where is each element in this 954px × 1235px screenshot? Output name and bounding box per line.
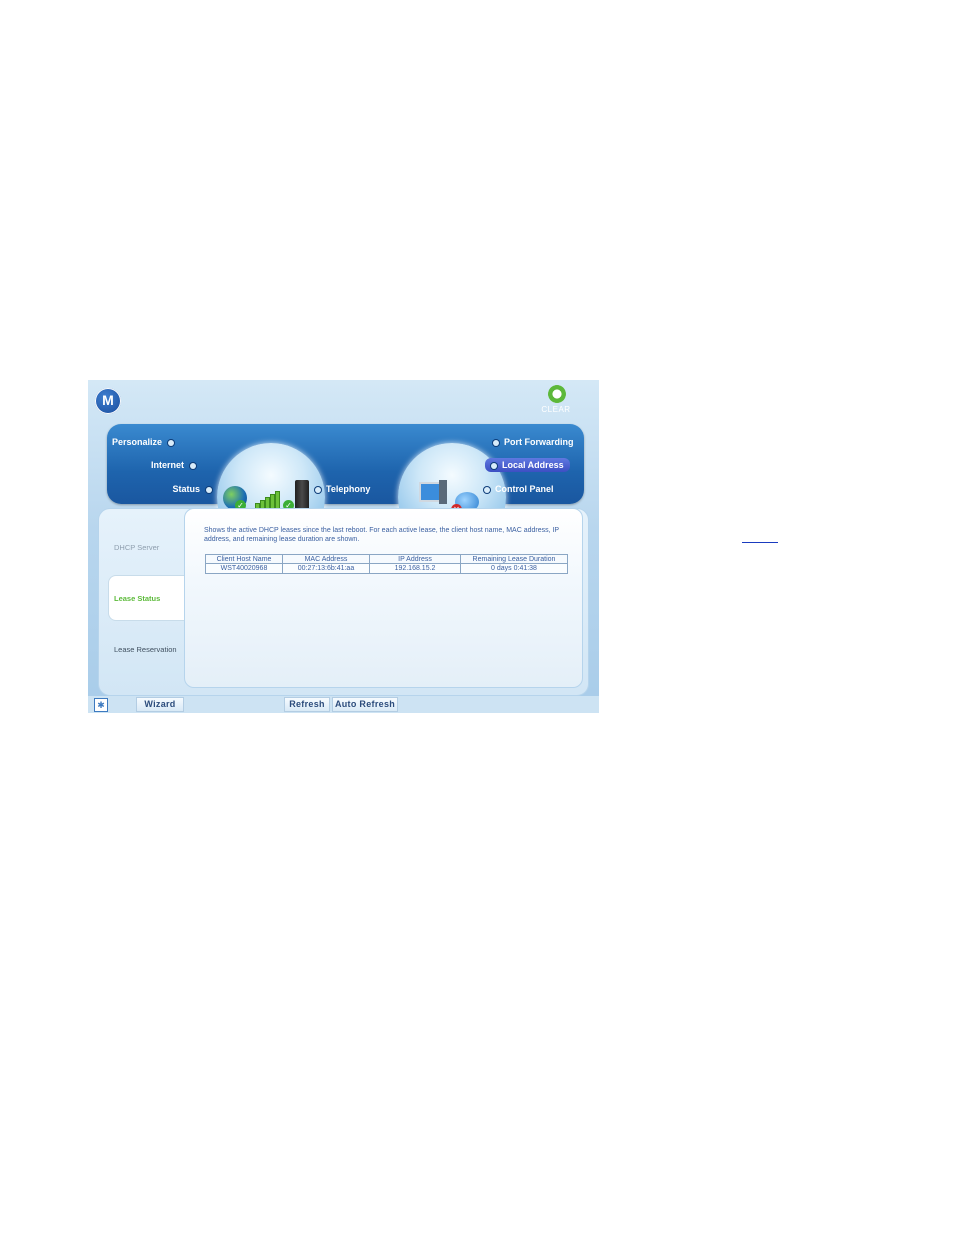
- nav-control-panel[interactable]: Control Panel: [484, 484, 554, 494]
- column-header: Client Host Name: [205, 554, 283, 564]
- subnav-lease-status[interactable]: Lease Status: [114, 594, 160, 603]
- nav-internet-label: Internet: [150, 460, 184, 470]
- radio-dot-icon: [484, 486, 490, 493]
- table-row: WST40020968 00:27:13:6b:41:aa 192.168.15…: [205, 563, 568, 574]
- computer-tower-icon: [439, 480, 447, 504]
- subnav-lease-reservation[interactable]: Lease Reservation: [114, 645, 177, 654]
- clear-logo: CLEAR: [536, 385, 576, 419]
- main-navigation: ✓ ✓ ✕ Personalize Internet Status Teleph…: [107, 424, 584, 551]
- radio-dot-icon: [493, 439, 499, 446]
- table-cell: WST40020968: [205, 563, 283, 574]
- nav-port-forwarding-label: Port Forwarding: [504, 437, 574, 447]
- lease-table: Client Host Name MAC Address IP Address …: [205, 554, 568, 574]
- nav-telephony-label: Telephony: [326, 484, 371, 494]
- nav-personalize[interactable]: Personalize: [112, 437, 174, 447]
- bottom-toolbar: ✱ Wizard Refresh Auto Refresh: [88, 696, 599, 713]
- description-text: Shows the active DHCP leases since the l…: [204, 527, 559, 543]
- clear-ring-icon: [548, 385, 566, 403]
- nav-telephony[interactable]: Telephony: [315, 484, 370, 494]
- settings-icon[interactable]: ✱: [94, 698, 108, 712]
- radio-dot-icon: [190, 462, 196, 469]
- table-cell: 00:27:13:6b:41:aa: [282, 563, 370, 574]
- radio-dot-icon: [168, 439, 174, 446]
- page-hyperlink[interactable]: [742, 532, 778, 543]
- nav-local-address[interactable]: Local Address: [485, 458, 570, 472]
- motorola-logo: M: [95, 388, 121, 414]
- router-web-ui: M CLEAR ✓ ✓ ✕ Personalize Internet Statu…: [88, 380, 599, 713]
- lease-status-content: Shows the active DHCP leases since the l…: [184, 508, 583, 688]
- auto-refresh-button[interactable]: Auto Refresh: [332, 697, 398, 712]
- table-cell: 0 days 0:41:38: [460, 563, 568, 574]
- radio-dot-icon: [315, 486, 321, 493]
- nav-status[interactable]: Status: [172, 484, 212, 494]
- nav-control-panel-label: Control Panel: [495, 484, 554, 494]
- nav-internet[interactable]: Internet: [151, 460, 196, 470]
- table-cell: 192.168.15.2: [369, 563, 461, 574]
- signal-bars-icon: [255, 490, 281, 510]
- column-header: MAC Address: [282, 554, 370, 564]
- clear-logo-text: CLEAR: [541, 405, 571, 414]
- nav-status-label: Status: [172, 484, 200, 494]
- subnav-dhcp-server[interactable]: DHCP Server: [114, 543, 159, 552]
- wizard-button[interactable]: Wizard: [136, 697, 184, 712]
- refresh-button[interactable]: Refresh: [284, 697, 330, 712]
- nav-personalize-label: Personalize: [111, 437, 162, 447]
- radio-dot-icon: [206, 486, 212, 493]
- column-header: IP Address: [369, 554, 461, 564]
- nav-port-forwarding[interactable]: Port Forwarding: [493, 437, 574, 447]
- table-header-row: Client Host Name MAC Address IP Address …: [205, 554, 568, 564]
- column-header: Remaining Lease Duration: [460, 554, 568, 564]
- radio-dot-icon: [491, 462, 497, 469]
- nav-local-address-label: Local Address: [502, 460, 564, 470]
